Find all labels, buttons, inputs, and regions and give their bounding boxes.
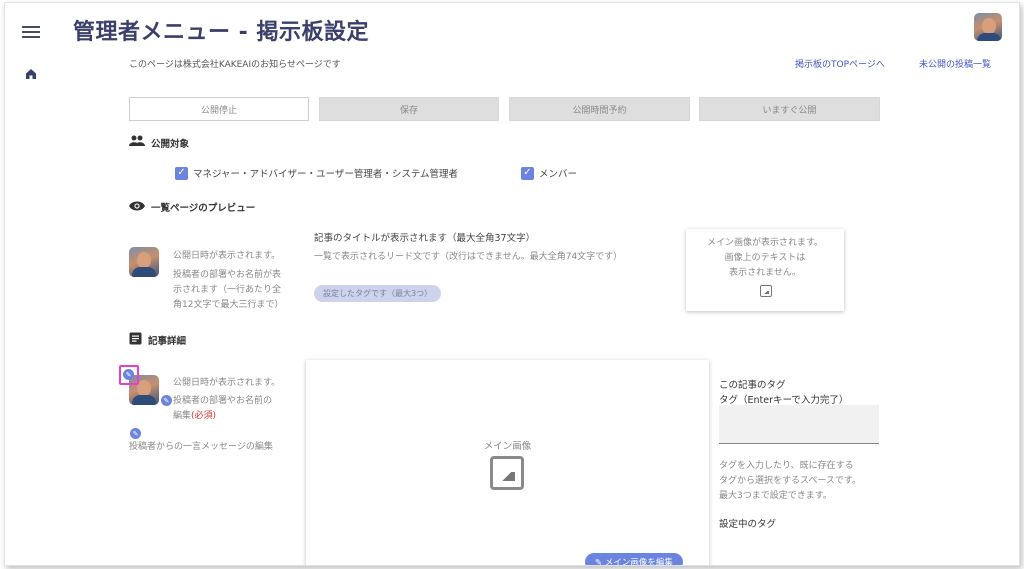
main-image-placeholder-icon [490, 456, 524, 490]
avatar-edit-pencil-icon[interactable]: ✎ [123, 369, 134, 380]
home-icon[interactable] [25, 65, 37, 84]
page-notice: このページは株式会社KAKEAIのお知らせページです [129, 60, 341, 70]
hamburger-menu-icon[interactable] [22, 23, 40, 41]
save-button[interactable]: 保存 [319, 97, 499, 121]
eye-icon [129, 201, 145, 214]
audience-option-members[interactable]: ✓ メンバー [521, 166, 577, 180]
detail-date: 公開日時が表示されます。 [173, 378, 281, 388]
checkbox-checked-icon[interactable]: ✓ [521, 166, 534, 180]
tag-input[interactable] [719, 405, 879, 444]
audience-option-managers-label: マネジャー・アドバイザー・ユーザー管理者・システム管理者 [193, 169, 459, 180]
preview-article-title: 記事のタイトルが表示されます（最大全角37文字） [314, 233, 536, 244]
tag-help-text: タグを入力したり、既に存在する タグから選択をするスペースです。 最大3つまで設… [719, 459, 861, 504]
image-placeholder-icon [760, 285, 772, 297]
audience-title: 公開対象 [151, 138, 190, 150]
user-avatar[interactable] [974, 13, 1002, 41]
people-icon [129, 135, 145, 150]
preview-author-avatar [129, 247, 159, 277]
detail-title: 記事詳細 [148, 336, 187, 347]
preview-image-line: 表示されません。 [729, 268, 801, 278]
preview-author-line: 投稿者の部署やお名前が表 [173, 270, 282, 280]
message-edit-pencil-icon[interactable]: ✎ [130, 428, 141, 439]
preview-tag-pill: 設定したタグです（最大3つ） [314, 285, 442, 302]
main-image-area[interactable]: メイン画像 ✎ メイン画像を編集 [306, 360, 709, 566]
edit-main-image-label: メイン画像を編集 [604, 558, 673, 566]
tag-help-line: タグから選択をするスペースです。 [719, 476, 862, 486]
audience-option-managers[interactable]: ✓ マネジャー・アドバイザー・ユーザー管理者・システム管理者 [175, 166, 458, 180]
main-image-label: メイン画像 [483, 441, 532, 452]
detail-section-title: 記事詳細 [129, 332, 186, 348]
message-edit-link[interactable]: 投稿者からの一言メッセージの編集 [129, 440, 273, 455]
preview-section-title: 一覧ページのプレビュー [129, 200, 255, 214]
author-edit-text[interactable]: 投稿者の部署やお名前の 編集(必須) [173, 394, 272, 424]
audience-section-title: 公開対象 [129, 135, 189, 150]
preview-author-line: 角12文字で最大三行まで） [173, 300, 284, 310]
stop-publishing-button[interactable]: 公開停止 [129, 97, 309, 121]
article-icon [129, 332, 142, 348]
tag-input-label: タグ（Enterキーで入力完了） [719, 395, 849, 406]
preview-author-text: 投稿者の部署やお名前が表 示されます（一行あたり全 角12文字で最大三行まで） [173, 268, 283, 313]
preview-image-text: メイン画像が表示されます。 画像上のテキストは 表示されません。 [686, 236, 844, 281]
preview-image-card: メイン画像が表示されます。 画像上のテキストは 表示されません。 [686, 229, 844, 311]
audience-option-members-label: メンバー [539, 169, 578, 180]
publish-now-button[interactable]: いますぐ公開 [699, 97, 880, 121]
tag-help-line: タグを入力したり、既に存在する [719, 461, 854, 471]
unpublished-list-link[interactable]: 未公開の投稿一覧 [919, 57, 991, 70]
page-title: 管理者メニュー - 掲示板設定 [73, 20, 369, 45]
tag-heading: この記事のタグ [719, 380, 786, 391]
app-window: 管理者メニュー - 掲示板設定 このページは株式会社KAKEAIのお知らせページ… [4, 2, 1020, 566]
author-edit-pencil-icon[interactable]: ✎ [161, 395, 172, 406]
edit-main-image-button[interactable]: ✎ メイン画像を編集 [585, 553, 683, 566]
preview-title: 一覧ページのプレビュー [151, 203, 256, 214]
author-edit-line2: 編集(必須) [173, 409, 272, 424]
preview-date: 公開日時が表示されます。 [173, 251, 281, 261]
preview-author-line: 示されます（一行あたり全 [173, 285, 282, 295]
board-top-link[interactable]: 掲示板のTOPページへ [795, 57, 885, 70]
preview-image-line: メイン画像が表示されます。 [706, 238, 824, 248]
schedule-publish-button[interactable]: 公開時間予約 [509, 97, 690, 121]
preview-lead: 一覧で表示されるリード文です（改行はできません。最大全角74文字です） [314, 252, 623, 262]
author-edit-line: 投稿者の部署やお名前の [173, 396, 273, 406]
current-tags-label: 設定中のタグ [719, 519, 777, 530]
checkbox-checked-icon[interactable]: ✓ [175, 166, 188, 180]
preview-image-line: 画像上のテキストは [724, 253, 806, 263]
required-mark: (必須) [191, 411, 217, 421]
tag-help-line: 最大3つまで設定できます。 [719, 491, 832, 501]
author-edit-label: 編集 [173, 411, 192, 421]
